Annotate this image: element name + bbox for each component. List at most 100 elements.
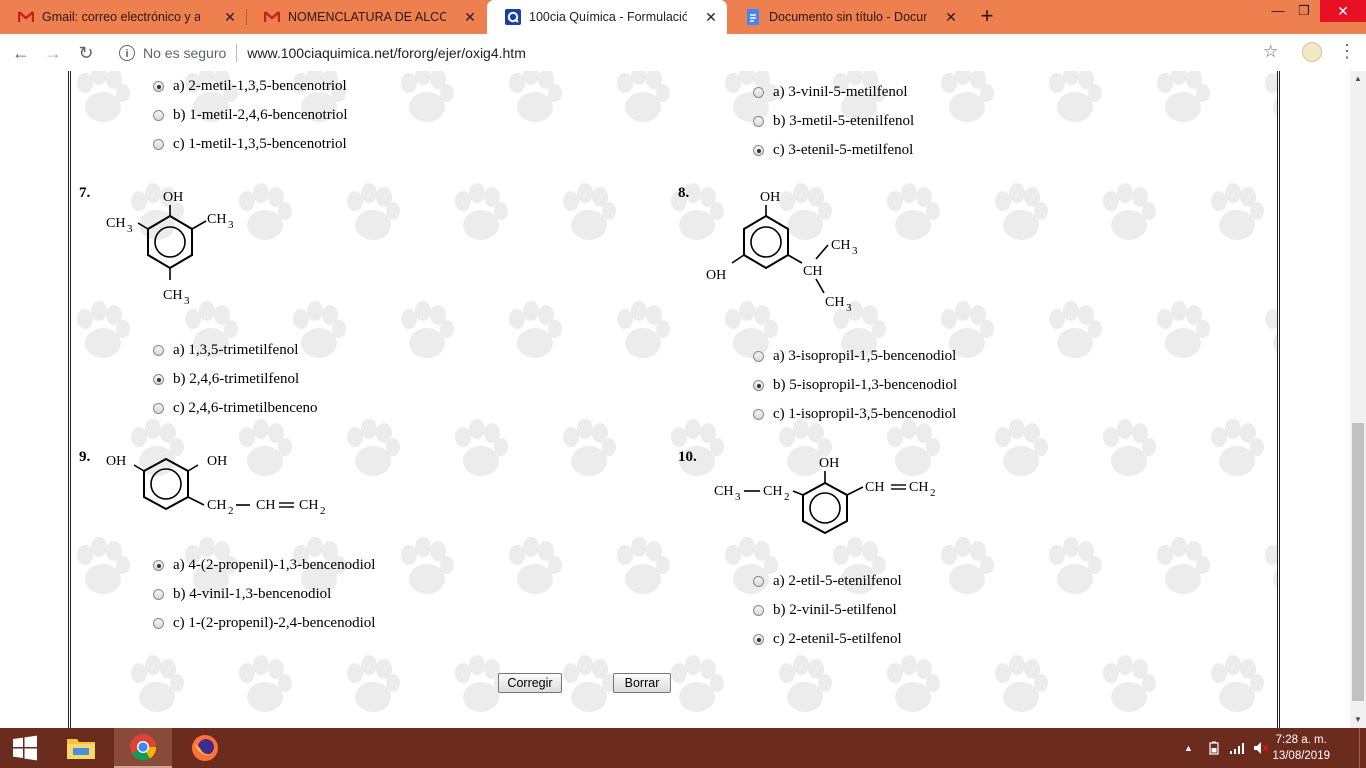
q10-structure: OH CH CH 2 CH 3 CH 2 bbox=[714, 456, 936, 535]
q10-option-c[interactable]: c) 2-etenil-5-etilfenol bbox=[753, 631, 902, 648]
svg-text:2: 2 bbox=[784, 491, 790, 503]
system-tray: ▲ bbox=[1184, 728, 1269, 768]
formula-label: CH bbox=[831, 238, 850, 253]
back-button[interactable]: ← bbox=[10, 42, 32, 64]
chrome-taskbar-button[interactable] bbox=[114, 728, 172, 768]
q9-option-b[interactable]: b) 4-vinil-1,3-bencenodiol bbox=[153, 586, 331, 603]
radio-button[interactable] bbox=[153, 374, 164, 385]
radio-button[interactable] bbox=[153, 589, 164, 600]
network-signal-icon[interactable] bbox=[1229, 742, 1245, 754]
close-icon[interactable]: ✕ bbox=[222, 9, 238, 25]
gmail-icon bbox=[264, 9, 280, 25]
question-number: 8. bbox=[678, 185, 690, 201]
q6-option-c[interactable]: c) 3-etenil-5-metilfenol bbox=[753, 142, 913, 159]
page-viewport: a) 2-metil-1,3,5-bencenotriol b) 1-metil… bbox=[0, 71, 1350, 728]
formula-label: CH bbox=[909, 480, 928, 495]
radio-button[interactable] bbox=[753, 380, 764, 391]
tab-title: 100cia Química - Formulación de bbox=[529, 10, 687, 24]
q6-option-a[interactable]: a) 3-vinil-5-metilfenol bbox=[753, 84, 908, 101]
q9-option-a[interactable]: a) 4-(2-propenil)-1,3-bencenodiol bbox=[153, 557, 375, 574]
radio-button[interactable] bbox=[153, 81, 164, 92]
radio-button[interactable] bbox=[153, 110, 164, 121]
close-icon[interactable]: ✕ bbox=[462, 9, 478, 25]
tab-title: Gmail: correo electrónico y almac bbox=[42, 10, 200, 24]
q5-option-a[interactable]: a) 2-metil-1,3,5-bencenotriol bbox=[153, 78, 347, 95]
radio-button[interactable] bbox=[753, 409, 764, 420]
formula-label: CH bbox=[714, 484, 733, 499]
check-button[interactable]: Corregir bbox=[498, 673, 562, 693]
radio-button[interactable] bbox=[753, 634, 764, 645]
q9-option-c[interactable]: c) 1-(2-propenil)-2,4-bencenodiol bbox=[153, 615, 375, 632]
bookmark-star-icon[interactable]: ☆ bbox=[1263, 42, 1278, 62]
radio-button[interactable] bbox=[153, 345, 164, 356]
tab-100cia-quimica[interactable]: 100cia Química - Formulación de ✕ bbox=[487, 0, 727, 34]
tab-documento[interactable]: Documento sin título - Documen ✕ bbox=[727, 0, 967, 34]
tab-nomenclatura[interactable]: NOMENCLATURA DE ALCOHOLES ✕ bbox=[246, 0, 486, 34]
formula-label: CH bbox=[106, 216, 125, 231]
scroll-down-arrow-icon[interactable]: ▼ bbox=[1350, 712, 1366, 728]
formula-label: OH bbox=[207, 454, 227, 469]
extension-icon[interactable] bbox=[1302, 42, 1322, 62]
maximize-button[interactable]: ❐ bbox=[1290, 0, 1318, 24]
radio-button[interactable] bbox=[753, 116, 764, 127]
formula-label: CH bbox=[763, 484, 782, 499]
menu-icon[interactable]: ⋮ bbox=[1338, 41, 1356, 63]
formula-label: CH bbox=[207, 498, 226, 513]
close-icon[interactable]: ✕ bbox=[703, 9, 719, 25]
windows-start-button[interactable] bbox=[0, 728, 50, 768]
radio-button[interactable] bbox=[153, 618, 164, 629]
windows-taskbar: ▲ 7:28 a. m. 13/08/2019 bbox=[0, 728, 1366, 768]
volume-muted-icon[interactable] bbox=[1253, 741, 1269, 755]
new-tab-button[interactable]: + bbox=[976, 5, 998, 27]
radio-button[interactable] bbox=[753, 351, 764, 362]
radio-button[interactable] bbox=[153, 560, 164, 571]
tab-gmail[interactable]: Gmail: correo electrónico y almac ✕ bbox=[0, 0, 246, 34]
radio-button[interactable] bbox=[753, 87, 764, 98]
scrollbar-thumb[interactable] bbox=[1352, 423, 1364, 701]
radio-button[interactable] bbox=[753, 605, 764, 616]
tray-expand-icon[interactable]: ▲ bbox=[1184, 743, 1193, 753]
address-bar[interactable]: i No es seguro www.100ciaquimica.net/for… bbox=[108, 38, 1290, 67]
q7-option-a[interactable]: a) 1,3,5-trimetilfenol bbox=[153, 342, 298, 359]
clear-button[interactable]: Borrar bbox=[613, 673, 671, 693]
scroll-up-arrow-icon[interactable]: ▲ bbox=[1350, 71, 1366, 87]
url-text[interactable]: www.100ciaquimica.net/fororg/ejer/oxig4.… bbox=[247, 45, 526, 61]
formula-label: CH bbox=[865, 480, 884, 495]
radio-button[interactable] bbox=[153, 139, 164, 150]
q5-option-c[interactable]: c) 1-metil-1,3,5-bencenotriol bbox=[153, 136, 347, 153]
info-icon[interactable]: i bbox=[119, 44, 135, 61]
docs-icon bbox=[745, 9, 761, 25]
firefox-taskbar-button[interactable] bbox=[180, 728, 230, 768]
svg-text:2: 2 bbox=[228, 505, 234, 517]
firefox-icon bbox=[192, 735, 218, 761]
file-explorer-button[interactable] bbox=[56, 728, 106, 768]
minimize-button[interactable]: — bbox=[1264, 0, 1292, 24]
question-number: 10. bbox=[678, 449, 697, 465]
radio-button[interactable] bbox=[753, 145, 764, 156]
window-close-button[interactable]: ✕ bbox=[1320, 0, 1366, 22]
question-number: 9. bbox=[79, 449, 91, 465]
q10-option-b[interactable]: b) 2-vinil-5-etilfenol bbox=[753, 602, 897, 619]
svg-text:3: 3 bbox=[846, 302, 852, 314]
system-clock[interactable]: 7:28 a. m. 13/08/2019 bbox=[1272, 732, 1330, 764]
vertical-scrollbar[interactable]: ▲ ▼ bbox=[1350, 71, 1366, 728]
radio-button[interactable] bbox=[153, 403, 164, 414]
q8-option-a[interactable]: a) 3-isopropil-1,5-bencenodiol bbox=[753, 348, 956, 365]
q6-option-b[interactable]: b) 3-metil-5-etenilfenol bbox=[753, 113, 914, 130]
q5-option-b[interactable]: b) 1-metil-2,4,6-bencenotriol bbox=[153, 107, 348, 124]
svg-text:3: 3 bbox=[735, 491, 741, 503]
browser-toolbar: ← → ↻ i No es seguro www.100ciaquimica.n… bbox=[0, 34, 1366, 72]
close-icon[interactable]: ✕ bbox=[943, 9, 959, 25]
radio-button[interactable] bbox=[753, 576, 764, 587]
q7-option-b[interactable]: b) 2,4,6-trimetilfenol bbox=[153, 371, 299, 388]
q9-structure: OH OH CH 2 CH CH 2 bbox=[106, 454, 326, 517]
q10-option-a[interactable]: a) 2-etil-5-etenilfenol bbox=[753, 573, 902, 590]
battery-icon[interactable] bbox=[1209, 741, 1219, 755]
q8-option-b[interactable]: b) 5-isopropil-1,3-bencenodiol bbox=[753, 377, 957, 394]
q7-option-c[interactable]: c) 2,4,6-trimetilbenceno bbox=[153, 400, 318, 417]
show-desktop-button[interactable] bbox=[1359, 728, 1366, 768]
forward-button[interactable]: → bbox=[42, 42, 64, 64]
q8-structure: OH OH CH CH 3 CH 3 bbox=[706, 190, 858, 314]
q8-option-c[interactable]: c) 1-isopropil-3,5-bencenodiol bbox=[753, 406, 956, 423]
reload-button[interactable]: ↻ bbox=[75, 42, 97, 64]
